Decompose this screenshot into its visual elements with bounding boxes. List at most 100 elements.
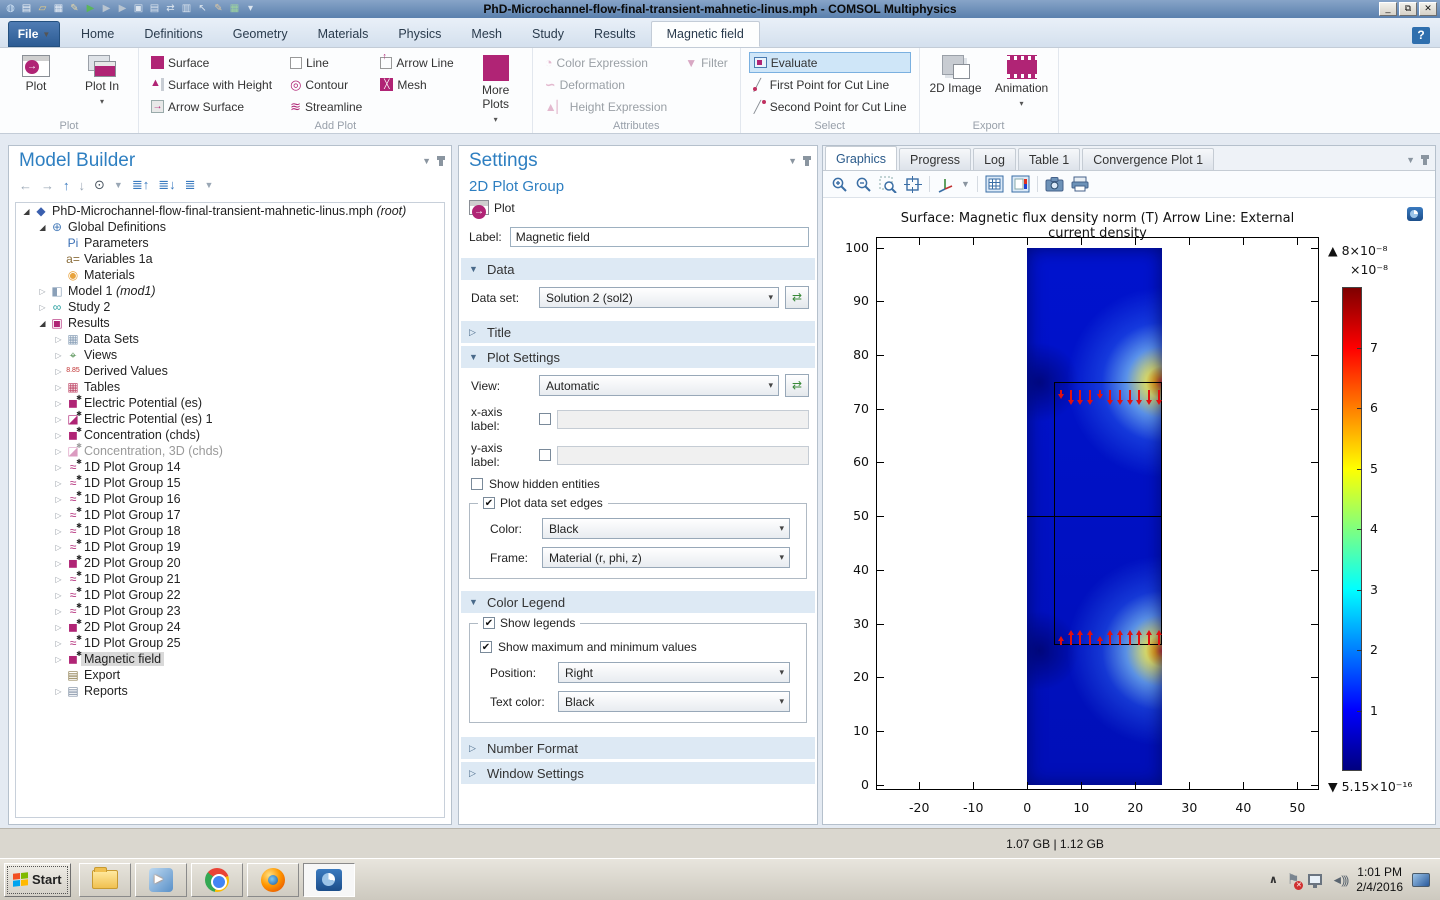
graphics-tab-progress[interactable]: Progress	[899, 148, 971, 170]
graphics-tab-table-1[interactable]: Table 1	[1018, 148, 1080, 170]
axis-menu-icon[interactable]: ▼	[961, 179, 970, 189]
ribbon-tab-mesh[interactable]: Mesh	[456, 21, 517, 47]
run-icon[interactable]: ▶	[84, 3, 97, 16]
ribbon-tab-definitions[interactable]: Definitions	[129, 21, 217, 47]
volume-icon[interactable]: ◄)))	[1331, 873, 1347, 887]
tree-item-views[interactable]: ▷⌖Views	[16, 347, 444, 363]
tree-item-magnetic-field[interactable]: ▷◼✱Magnetic field	[16, 651, 444, 667]
collapsed-arrow-icon[interactable]: ▷	[52, 543, 65, 552]
tree-item-variables-1a[interactable]: a=Variables 1a	[16, 251, 444, 267]
show-hidden-checkbox[interactable]	[471, 478, 483, 490]
ribbon-button-plot-in[interactable]: Plot In▾	[74, 52, 130, 106]
collapse-all-icon[interactable]: ≣↑	[132, 177, 149, 193]
collapsed-arrow-icon[interactable]: ▷	[52, 687, 65, 696]
dataset-dropdown[interactable]: Solution 2 (sol2)	[539, 287, 779, 308]
open-icon[interactable]: ▱	[36, 3, 49, 16]
zoom-box-icon[interactable]	[879, 176, 897, 193]
expanded-arrow-icon[interactable]: ◢	[36, 223, 49, 232]
panel-menu-icon[interactable]: ▼	[788, 156, 797, 166]
ribbon-button-plot[interactable]: Plot	[8, 52, 64, 94]
zoom-extents-icon[interactable]	[904, 176, 922, 193]
stop-icon[interactable]: ▶	[116, 3, 129, 16]
back-icon[interactable]: ←	[19, 178, 32, 193]
taskbar-button-chrome[interactable]	[191, 863, 243, 897]
show-maxmin-checkbox[interactable]: ✔	[480, 641, 492, 653]
settings-plot-button[interactable]: Plot	[459, 195, 817, 217]
section-data[interactable]: ▼ Data	[461, 258, 815, 280]
ribbon-button-mesh[interactable]: Mesh	[376, 74, 457, 95]
ribbon-tab-geometry[interactable]: Geometry	[218, 21, 303, 47]
zoom-out-icon[interactable]	[855, 176, 872, 193]
pin-icon[interactable]	[805, 156, 809, 166]
pin-icon[interactable]	[439, 156, 443, 166]
show-desktop-icon[interactable]	[1412, 873, 1430, 887]
tree-item-results[interactable]: ◢▣Results	[16, 315, 444, 331]
legend-position-dropdown[interactable]: Right	[558, 662, 790, 683]
table-add-icon[interactable]: ▦	[228, 3, 241, 16]
pin-icon[interactable]	[1423, 155, 1427, 165]
snapshot-icon[interactable]	[1045, 176, 1064, 192]
move-down-icon[interactable]: ↓	[79, 178, 86, 193]
collapsed-arrow-icon[interactable]: ▷	[36, 303, 49, 312]
ribbon-button-arrow-surface[interactable]: Arrow Surface	[147, 96, 276, 117]
edge-color-dropdown[interactable]: Black	[542, 518, 790, 539]
ribbon-tab-study[interactable]: Study	[517, 21, 579, 47]
tree-item-data-sets[interactable]: ▷▦Data Sets	[16, 331, 444, 347]
step-icon[interactable]: ▶	[100, 3, 113, 16]
plot-canvas[interactable]: Surface: Magnetic flux density norm (T) …	[823, 199, 1435, 824]
collapsed-arrow-icon[interactable]: ▷	[52, 351, 65, 360]
xaxis-label-checkbox[interactable]	[539, 413, 551, 425]
pointer-icon[interactable]: ↖	[196, 3, 209, 16]
duplicate-icon[interactable]: ⇄	[164, 3, 177, 16]
collapsed-arrow-icon[interactable]: ▷	[52, 639, 65, 648]
taskbar-button-comsol[interactable]	[303, 863, 355, 897]
tree-item-export[interactable]: ▤Export	[16, 667, 444, 683]
collapsed-arrow-icon[interactable]: ▷	[52, 623, 65, 632]
graphics-tab-log[interactable]: Log	[973, 148, 1016, 170]
collapsed-arrow-icon[interactable]: ▷	[52, 447, 65, 456]
section-title[interactable]: ▷ Title	[461, 321, 815, 343]
taskbar-button-explorer[interactable]	[79, 863, 131, 897]
print-icon[interactable]	[1071, 176, 1089, 192]
collapsed-arrow-icon[interactable]: ▷	[52, 463, 65, 472]
axis-orientation-icon[interactable]	[937, 176, 954, 193]
grid-toggle-icon[interactable]	[985, 175, 1004, 193]
frame-dropdown[interactable]: Material (r, phi, z)	[542, 547, 790, 568]
color-legend-toggle-icon[interactable]	[1011, 175, 1030, 193]
collapsed-arrow-icon[interactable]: ▷	[52, 383, 65, 392]
legend-text-color-dropdown[interactable]: Black	[558, 691, 790, 712]
save-icon[interactable]: ▦	[52, 3, 65, 16]
ribbon-button-second-point-for-cut-line[interactable]: Second Point for Cut Line	[749, 96, 911, 117]
collapsed-arrow-icon[interactable]: ▷	[52, 575, 65, 584]
taskbar-button-firefox[interactable]	[247, 863, 299, 897]
show-legends-checkbox[interactable]: ✔	[483, 617, 495, 629]
yaxis-label-checkbox[interactable]	[539, 449, 551, 461]
graphics-tab-graphics[interactable]: Graphics	[825, 146, 897, 170]
update-view-button[interactable]: ⇄	[785, 374, 809, 397]
ribbon-button-arrow-line[interactable]: Arrow Line	[376, 52, 457, 73]
options-menu-icon[interactable]: ▼	[205, 180, 214, 190]
ribbon-button-2d-image[interactable]: 2D Image	[928, 52, 984, 96]
tree-item-study-2[interactable]: ▷∞Study 2	[16, 299, 444, 315]
collapsed-arrow-icon[interactable]: ▷	[52, 335, 65, 344]
show-icon[interactable]: ⊙	[94, 177, 105, 193]
network-icon[interactable]	[1308, 874, 1322, 885]
start-button[interactable]: Start	[4, 863, 71, 897]
file-menu-button[interactable]: File ▼	[8, 21, 60, 47]
section-number-format[interactable]: ▷ Number Format	[461, 737, 815, 759]
tree-item-parameters[interactable]: PiParameters	[16, 235, 444, 251]
collapsed-arrow-icon[interactable]: ▷	[52, 431, 65, 440]
graphics-tab-convergence-plot-1[interactable]: Convergence Plot 1	[1082, 148, 1214, 170]
ribbon-tab-results[interactable]: Results	[579, 21, 651, 47]
collapsed-arrow-icon[interactable]: ▷	[52, 527, 65, 536]
column-icon[interactable]: ▥	[180, 3, 193, 16]
edit-icon[interactable]: ✎	[68, 3, 81, 16]
ribbon-button-animation[interactable]: Animation▾	[994, 52, 1050, 108]
ribbon-tab-physics[interactable]: Physics	[383, 21, 456, 47]
section-plot-settings[interactable]: ▼ Plot Settings	[461, 346, 815, 368]
close-button[interactable]: ✕	[1419, 2, 1437, 16]
ribbon-button-streamline[interactable]: Streamline	[286, 96, 366, 117]
tree-item-derived-values[interactable]: ▷8.85Derived Values	[16, 363, 444, 379]
collapsed-arrow-icon[interactable]: ▷	[52, 607, 65, 616]
collapsed-arrow-icon[interactable]: ▷	[52, 559, 65, 568]
